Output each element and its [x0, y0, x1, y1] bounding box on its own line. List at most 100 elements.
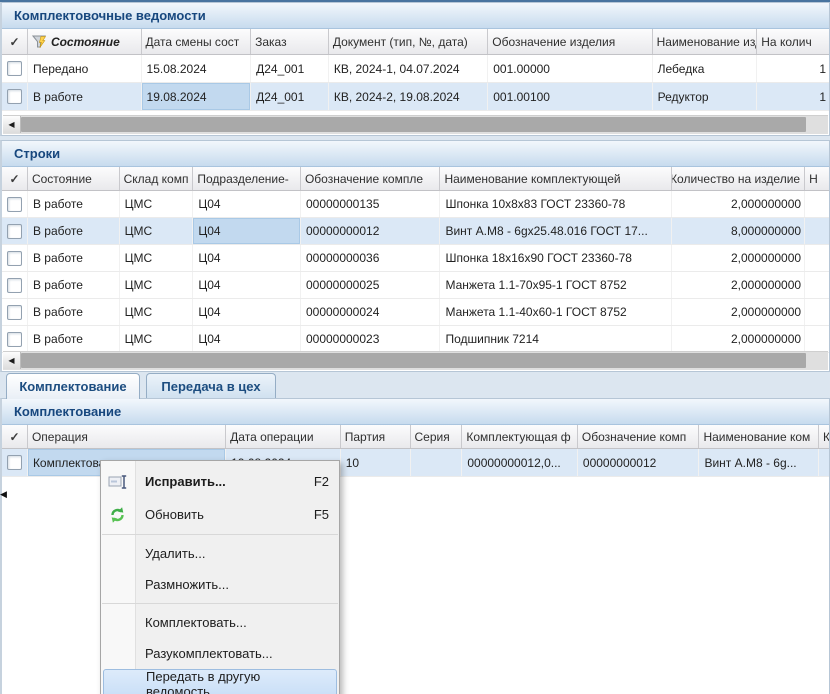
cell-component-name[interactable]: Винт А.М8 - 6gх25.48.016 ГОСТ 17...	[440, 218, 671, 244]
cell-product-code[interactable]: 001.00000	[488, 55, 652, 82]
row-checkbox[interactable]	[2, 449, 28, 476]
cell-partial[interactable]	[805, 218, 829, 244]
cell-component-name[interactable]: Манжета 1.1-70х95-1 ГОСТ 8752	[440, 272, 671, 298]
horizontal-scrollbar[interactable]: ◀	[3, 351, 828, 370]
menu-item-refresh[interactable]: Обновить F5	[101, 498, 339, 531]
cell-document[interactable]: КВ, 2024-1, 04.07.2024	[329, 55, 488, 82]
cell-department[interactable]: Ц04	[193, 245, 301, 271]
cell-date-focused[interactable]: 19.08.2024	[142, 83, 252, 110]
cell-qty[interactable]: 2,000000000	[672, 326, 806, 352]
menu-item-komplektovat[interactable]: Комплектовать...	[101, 607, 339, 638]
column-header-checkbox[interactable]: ✓	[2, 425, 28, 448]
column-header-qty-per-item[interactable]: Количество на изделие	[672, 167, 806, 190]
tab-peredacha-v-ceh[interactable]: Передача в цех	[146, 373, 276, 399]
column-header-partial[interactable]: К	[819, 425, 829, 448]
cell-warehouse[interactable]: ЦМС	[120, 191, 194, 217]
cell-product-code[interactable]: 001.00100	[488, 83, 652, 110]
table-row-selected[interactable]: В работе ЦМС Ц04 00000000012 Винт А.М8 -…	[2, 218, 829, 245]
cell-qty[interactable]: 1	[757, 83, 829, 110]
cell-component-code[interactable]: 00000000023	[301, 326, 440, 352]
cell-component-code[interactable]: 00000000025	[301, 272, 440, 298]
row-checkbox[interactable]	[2, 245, 28, 271]
menu-item-delete[interactable]: Удалить...	[101, 538, 339, 569]
cell-qty[interactable]: 2,000000000	[672, 245, 806, 271]
menu-item-duplicate[interactable]: Размножить...	[101, 569, 339, 600]
column-header-state[interactable]: Состояние	[28, 167, 120, 190]
cell-warehouse[interactable]: ЦМС	[120, 272, 194, 298]
cell-department[interactable]: Ц04	[193, 326, 301, 352]
row-checkbox[interactable]	[2, 191, 28, 217]
row-checkbox[interactable]	[2, 326, 28, 352]
scroll-left-button[interactable]: ◀	[3, 116, 21, 133]
horizontal-scrollbar[interactable]: ◀	[3, 115, 828, 134]
column-header-date[interactable]: Дата смены сост	[142, 29, 252, 54]
cell-qty[interactable]: 1	[757, 55, 829, 82]
cell-component-name[interactable]: Шпонка 10х8х83 ГОСТ 23360-78	[440, 191, 671, 217]
cell-component-name[interactable]: Винт А.М8 - 6g...	[699, 449, 819, 476]
cell-state[interactable]: В работе	[28, 218, 120, 244]
cell-partial[interactable]	[819, 449, 829, 476]
column-header-component-code[interactable]: Обозначение компле	[301, 167, 440, 190]
scroll-left-button[interactable]: ◀	[3, 352, 21, 369]
cell-state[interactable]: Передано	[28, 55, 142, 82]
cell-component[interactable]: 00000000012,0...	[462, 449, 578, 476]
cell-partial[interactable]	[805, 326, 829, 352]
row-checkbox[interactable]	[2, 55, 28, 82]
column-header-checkbox[interactable]: ✓	[2, 167, 28, 190]
cell-qty[interactable]: 2,000000000	[672, 272, 806, 298]
column-header-checkbox[interactable]: ✓	[2, 29, 28, 54]
cell-partial[interactable]	[805, 191, 829, 217]
column-header-state[interactable]: Состояние	[28, 29, 142, 54]
cell-warehouse[interactable]: ЦМС	[120, 326, 194, 352]
cell-warehouse[interactable]: ЦМС	[120, 245, 194, 271]
column-header-order[interactable]: Заказ	[251, 29, 329, 54]
cell-state[interactable]: В работе	[28, 245, 120, 271]
table-row-selected[interactable]: В работе 19.08.2024 Д24_001 КВ, 2024-2, …	[2, 83, 829, 111]
table-row[interactable]: Передано 15.08.2024 Д24_001 КВ, 2024-1, …	[2, 55, 829, 83]
cell-department[interactable]: Ц04	[193, 191, 301, 217]
row-checkbox[interactable]	[2, 218, 28, 244]
cell-component-code[interactable]: 00000000012	[301, 218, 440, 244]
table-row[interactable]: В работе ЦМС Ц04 00000000024 Манжета 1.1…	[2, 299, 829, 326]
cell-department[interactable]: Ц04	[193, 299, 301, 325]
cell-product-name[interactable]: Лебедка	[653, 55, 758, 82]
cell-partial[interactable]	[805, 272, 829, 298]
cell-batch[interactable]: 10	[341, 449, 411, 476]
cell-state[interactable]: В работе	[28, 326, 120, 352]
cell-component-name[interactable]: Шпонка 18х16х90 ГОСТ 23360-78	[440, 245, 671, 271]
cell-department-focused[interactable]: Ц04	[193, 218, 301, 244]
cell-department[interactable]: Ц04	[193, 272, 301, 298]
column-header-batch[interactable]: Партия	[341, 425, 411, 448]
cell-component-code[interactable]: 00000000012	[578, 449, 700, 476]
column-header-product-code[interactable]: Обозначение изделия	[488, 29, 652, 54]
cell-document[interactable]: КВ, 2024-2, 19.08.2024	[329, 83, 488, 110]
table-row[interactable]: В работе ЦМС Ц04 00000000036 Шпонка 18х1…	[2, 245, 829, 272]
table-row[interactable]: В работе ЦМС Ц04 00000000135 Шпонка 10х8…	[2, 191, 829, 218]
cell-qty[interactable]: 8,000000000	[672, 218, 806, 244]
column-header-document[interactable]: Документ (тип, №, дата)	[329, 29, 488, 54]
column-header-component-name[interactable]: Наименование комплектующей	[440, 167, 671, 190]
cell-state[interactable]: В работе	[28, 83, 142, 110]
column-header-partial[interactable]: Н	[805, 167, 829, 190]
cell-series[interactable]	[411, 449, 463, 476]
cell-state[interactable]: В работе	[28, 272, 120, 298]
cell-component-code[interactable]: 00000000135	[301, 191, 440, 217]
cell-component-name[interactable]: Подшипник 7214	[440, 326, 671, 352]
tab-komplektovanie[interactable]: Комплектование	[6, 373, 140, 399]
cell-partial[interactable]	[805, 245, 829, 271]
cell-date[interactable]: 15.08.2024	[142, 55, 252, 82]
cell-state[interactable]: В работе	[28, 191, 120, 217]
cell-qty[interactable]: 2,000000000	[672, 191, 806, 217]
column-header-series[interactable]: Серия	[411, 425, 463, 448]
table-row[interactable]: В работе ЦМС Ц04 00000000025 Манжета 1.1…	[2, 272, 829, 299]
column-header-component-code[interactable]: Обозначение комп	[578, 425, 700, 448]
cell-component-code[interactable]: 00000000036	[301, 245, 440, 271]
cell-product-name[interactable]: Редуктор	[653, 83, 758, 110]
column-header-product-name[interactable]: Наименование изд	[653, 29, 758, 54]
scrollbar-thumb[interactable]	[21, 353, 806, 368]
cell-warehouse[interactable]: ЦМС	[120, 299, 194, 325]
cell-warehouse[interactable]: ЦМС	[120, 218, 194, 244]
row-checkbox[interactable]	[2, 272, 28, 298]
column-header-department[interactable]: Подразделение-	[193, 167, 301, 190]
column-header-warehouse[interactable]: Склад комп	[120, 167, 194, 190]
